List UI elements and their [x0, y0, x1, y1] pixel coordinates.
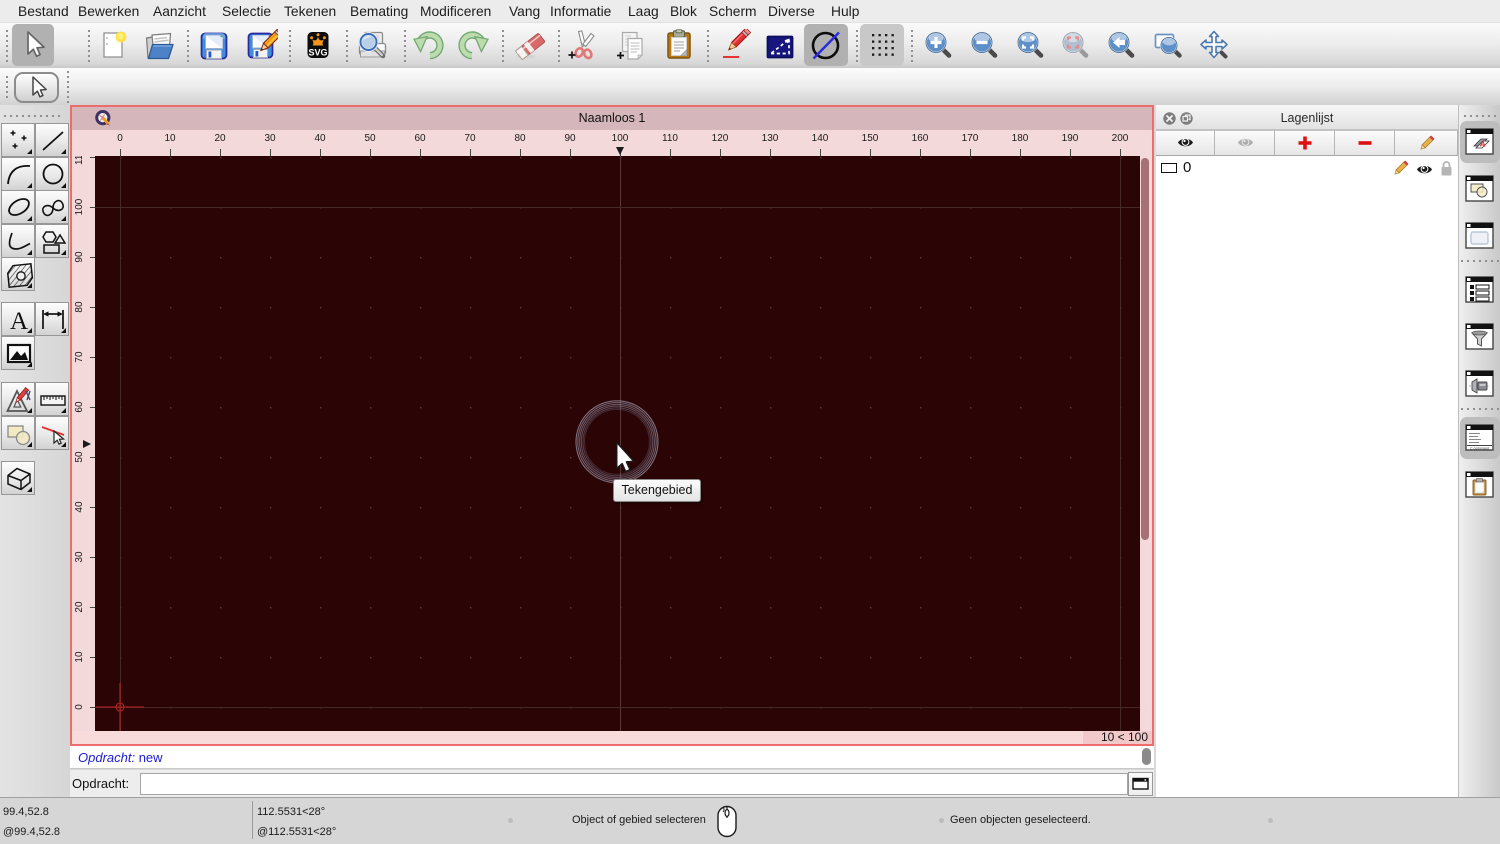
svg-text:A: A	[10, 308, 28, 335]
svg-text:SVG: SVG	[308, 48, 327, 58]
svg-text:C command: C command	[1470, 447, 1489, 451]
